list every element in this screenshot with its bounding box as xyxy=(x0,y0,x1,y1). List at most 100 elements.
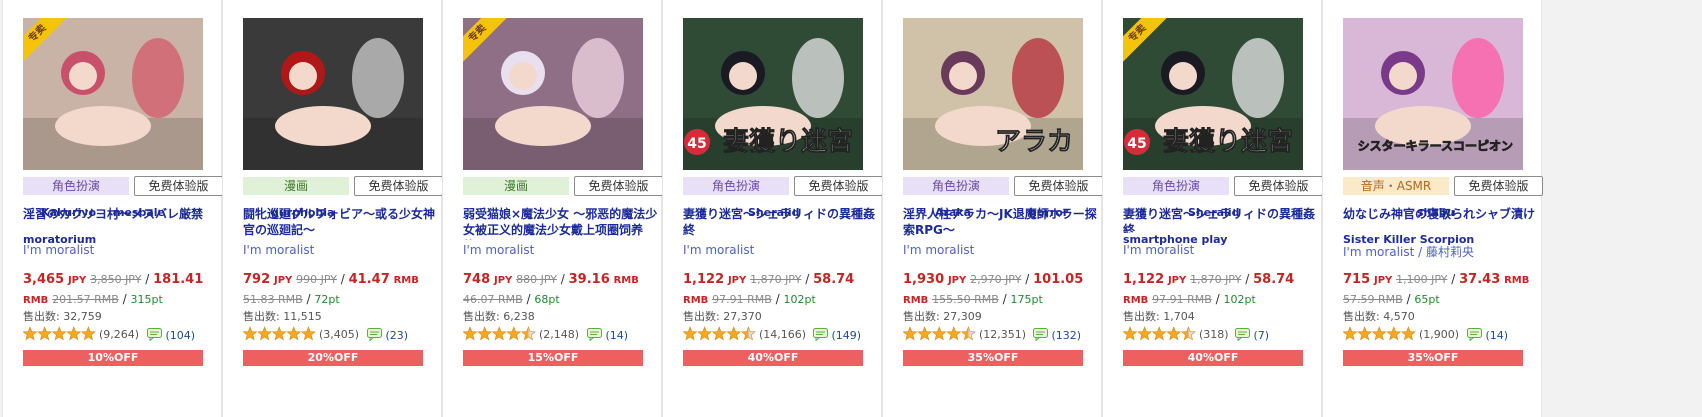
product-thumbnail[interactable]: 专卖 xyxy=(23,18,203,170)
genre-badge[interactable]: 漫画 xyxy=(463,177,569,195)
original-price-jpy: 1,870 JPY xyxy=(750,273,802,286)
rating-count: (1,900) xyxy=(1419,328,1460,341)
circle-link[interactable]: I'm moralist xyxy=(903,243,974,257)
product-thumbnail[interactable]: 妻獲り迷宮 45 专卖 xyxy=(1123,18,1303,170)
genre-badge[interactable]: 角色扮演 xyxy=(903,177,1009,195)
star-icon xyxy=(1400,326,1416,341)
points: 72pt xyxy=(314,293,340,306)
voice-actor-link[interactable]: / 藤村莉央 xyxy=(1414,245,1474,259)
genre-badge[interactable]: 角色扮演 xyxy=(683,177,789,195)
star-icon xyxy=(683,326,698,341)
circle-name[interactable]: I'm moralist xyxy=(1123,243,1323,257)
price-separator: / xyxy=(145,272,154,286)
rating-row[interactable]: (14,166) (149) xyxy=(683,326,883,344)
sales-count: 售出数: 6,238 xyxy=(463,310,535,323)
circle-name[interactable]: I'm moralist xyxy=(463,243,663,257)
circle-link[interactable]: I'm moralist xyxy=(1343,245,1414,259)
comment-icon xyxy=(1033,328,1048,342)
free-trial-button[interactable]: 免费体验版 xyxy=(134,176,223,196)
free-trial-button[interactable]: 免费体验版 xyxy=(354,176,443,196)
original-price-rmb: 97.91 RMB xyxy=(1152,293,1212,306)
cover-art xyxy=(243,18,423,170)
points: 65pt xyxy=(1414,293,1440,306)
comment-number: (14) xyxy=(605,329,629,342)
comment-count[interactable]: (149) xyxy=(813,328,861,342)
star-icon xyxy=(917,326,933,341)
rating-row[interactable]: (12,351) (132) xyxy=(903,326,1103,344)
star-icon xyxy=(257,326,273,341)
comment-number: (23) xyxy=(385,329,409,342)
circle-link[interactable]: I'm moralist xyxy=(463,243,534,257)
genre-badge[interactable]: 角色扮演 xyxy=(23,177,129,195)
comment-count[interactable]: (14) xyxy=(587,328,628,342)
free-trial-button[interactable]: 免费体验版 xyxy=(794,176,883,196)
rating-row[interactable]: (1,900) (14) xyxy=(1343,326,1543,344)
star-icon xyxy=(463,326,478,341)
star-icon xyxy=(1386,326,1402,341)
star-icon xyxy=(51,326,67,341)
price-rmb: 58.74 xyxy=(1253,272,1295,287)
jpy-unit: JPY xyxy=(273,275,293,286)
product-title[interactable]: 弱受猫娘×魔法少女 ～邪恶的魔法少女被正义的魔法少女戴上项圈饲养的... xyxy=(463,206,659,240)
cover-logo: シスターキラースコーピオン xyxy=(1358,139,1513,153)
comment-icon xyxy=(1235,328,1250,342)
genre-badge[interactable]: 角色扮演 xyxy=(1123,177,1229,195)
genre-badge[interactable]: 音声・ASMR xyxy=(1343,177,1449,195)
star-rating xyxy=(1343,326,1416,341)
star-icon xyxy=(520,326,536,341)
rating-row[interactable]: (318) (7) xyxy=(1123,326,1323,344)
product-thumbnail[interactable]: 妻獲り迷宮 45 xyxy=(683,18,863,170)
discount-bar: 35%OFF xyxy=(1343,350,1523,366)
jpy-unit: JPY xyxy=(1373,275,1393,286)
star-icon xyxy=(740,326,756,341)
free-trial-button[interactable]: 免费体验版 xyxy=(1234,176,1323,196)
circle-link[interactable]: I'm moralist xyxy=(23,243,94,257)
sales-count: 售出数: 1,704 xyxy=(1123,310,1195,323)
price-rmb: 101.05 xyxy=(1033,272,1084,287)
circle-name[interactable]: I'm moralist xyxy=(23,243,223,257)
product-thumbnail[interactable]: アラカ xyxy=(903,18,1083,170)
rating-row[interactable]: (2,148) (14) xyxy=(463,326,663,344)
product-thumbnail[interactable] xyxy=(243,18,423,170)
circle-link[interactable]: I'm moralist xyxy=(683,243,754,257)
product-title[interactable]: 淫界人柱アラカ～JK退魔師ホラー探索RPG～ xyxy=(903,206,1099,240)
comment-count[interactable]: (104) xyxy=(147,328,195,342)
jpy-unit: JPY xyxy=(1167,275,1187,286)
points: 68pt xyxy=(534,293,560,306)
price-block: 3,465 JPY 3,850 JPY / 181.41 RMB 201.57 … xyxy=(23,270,223,310)
free-trial-button[interactable]: 免费体验版 xyxy=(1454,176,1543,196)
comment-count[interactable]: (23) xyxy=(367,328,408,342)
sales-count: 售出数: 11,515 xyxy=(243,310,322,323)
circle-link[interactable]: I'm moralist xyxy=(1123,243,1194,257)
circle-name[interactable]: I'm moralist xyxy=(903,243,1103,257)
star-icon xyxy=(23,326,38,341)
jpy-unit: JPY xyxy=(493,275,513,286)
comment-count[interactable]: (7) xyxy=(1235,328,1269,342)
original-price-rmb: 155.50 RMB xyxy=(932,293,999,306)
circle-name[interactable]: I'm moralist / 藤村莉央 xyxy=(1343,243,1543,260)
rmb-unit: RMB xyxy=(1504,275,1530,286)
circle-link[interactable]: I'm moralist xyxy=(243,243,314,257)
genre-badge[interactable]: 漫画 xyxy=(243,177,349,195)
comment-icon xyxy=(367,328,382,342)
points: 315pt xyxy=(130,293,163,306)
comment-count[interactable]: (14) xyxy=(1467,328,1508,342)
star-rating xyxy=(23,326,96,341)
points: 102pt xyxy=(783,293,816,306)
comment-number: (104) xyxy=(165,329,196,342)
rating-row[interactable]: (3,405) (23) xyxy=(243,326,443,344)
star-icon xyxy=(946,326,962,341)
star-rating xyxy=(463,326,536,341)
circle-name[interactable]: I'm moralist xyxy=(683,243,883,257)
free-trial-button[interactable]: 免费体验版 xyxy=(1014,176,1103,196)
star-icon xyxy=(1180,326,1196,341)
product-strip: 专卖 角色扮演 免费体验版 淫習のカクリヨ村～メスバレ厳禁 Kakuriyo me… xyxy=(0,0,1702,417)
price-rmb: 39.16 xyxy=(568,272,610,287)
discount-bar: 40%OFF xyxy=(1123,350,1303,366)
circle-name[interactable]: I'm moralist xyxy=(243,243,443,257)
product-thumbnail[interactable]: 专卖 xyxy=(463,18,643,170)
comment-count[interactable]: (132) xyxy=(1033,328,1081,342)
product-thumbnail[interactable]: シスターキラースコーピオン xyxy=(1343,18,1523,170)
free-trial-button[interactable]: 免费体验版 xyxy=(574,176,663,196)
rating-row[interactable]: (9,264) (104) xyxy=(23,326,223,344)
